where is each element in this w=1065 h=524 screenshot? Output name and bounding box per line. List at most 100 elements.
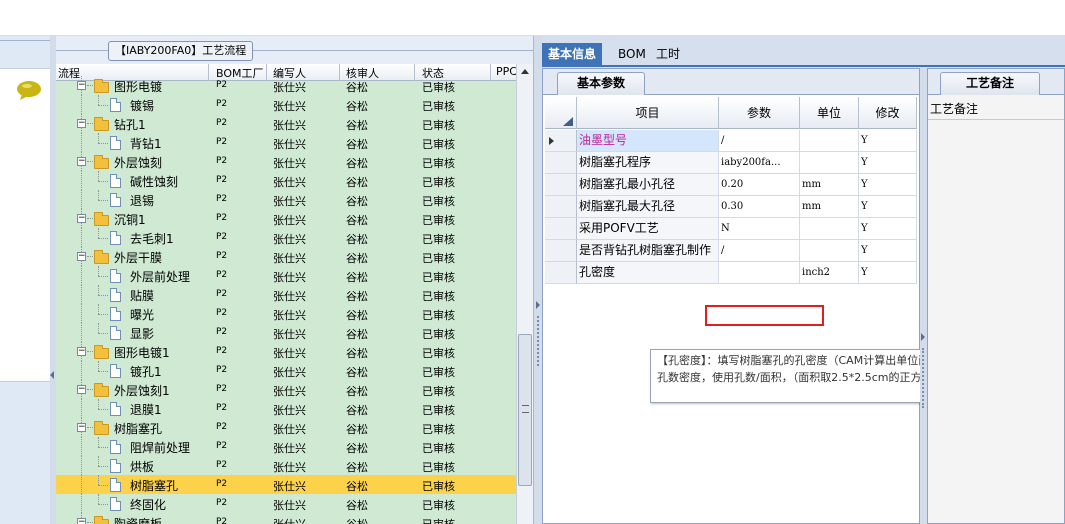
right-splitter[interactable] [920,68,927,524]
tree-row[interactable]: 退锡 P2 张仕兴 谷松 已审核 [56,190,516,209]
tree-cell-author: 张仕兴 [273,290,306,303]
param-modify-cell[interactable]: Y [859,196,917,218]
params-row[interactable]: 油墨型号 / Y [545,130,917,152]
tree-row[interactable]: − 外层干膜 P2 张仕兴 谷松 已审核 [56,247,516,266]
middle-splitter[interactable] [533,36,542,524]
tree-cell-reviewer: 谷松 [346,366,368,379]
collapse-toggle-icon[interactable]: − [77,518,86,524]
tree-row[interactable]: − 外层蚀刻 P2 张仕兴 谷松 已审核 [56,152,516,171]
param-value-cell[interactable]: / [719,130,800,152]
tree-row[interactable]: 退膜1 P2 张仕兴 谷松 已审核 [56,399,516,418]
row-header[interactable] [545,152,577,174]
param-unit-cell[interactable]: mm [800,174,859,196]
params-column-header[interactable]: 项目 [577,97,719,129]
param-value-cell[interactable]: N [719,218,800,240]
param-unit-cell[interactable] [800,218,859,240]
param-unit-cell[interactable] [800,152,859,174]
params-row[interactable]: 采用POFV工艺 N Y [545,218,917,240]
tree-row[interactable]: 镀孔1 P2 张仕兴 谷松 已审核 [56,361,516,380]
params-row[interactable]: 树脂塞孔最大孔径 0.30 mm Y [545,196,917,218]
collapse-toggle-icon[interactable]: − [77,423,86,432]
params-column-header[interactable]: 单位 [800,97,859,129]
params-row[interactable]: 树脂塞孔程序 iaby200fa... Y [545,152,917,174]
tab-process-notes[interactable]: 工艺备注 [940,72,1040,95]
tree-row[interactable]: 终固化 P2 张仕兴 谷松 已审核 [56,494,516,513]
tab-basic-info[interactable]: 基本信息 [542,43,603,65]
collapse-toggle-icon[interactable]: − [77,119,86,128]
tree-cell-factory: P2 [216,137,228,147]
params-column-header[interactable]: 修改 [859,97,917,129]
tree-cell-reviewer: 谷松 [346,214,368,227]
tree-row[interactable]: − 沉铜1 P2 张仕兴 谷松 已审核 [56,209,516,228]
param-modify-cell[interactable]: Y [859,218,917,240]
row-header[interactable] [545,218,577,240]
tab-basic-params[interactable]: 基本参数 [557,72,645,95]
tree-cell-reviewer: 谷松 [346,271,368,284]
tree-row[interactable]: 阻焊前处理 P2 张仕兴 谷松 已审核 [56,437,516,456]
collapse-toggle-icon[interactable]: − [77,214,86,223]
row-header[interactable] [545,196,577,218]
tree-row[interactable]: − 图形电镀 P2 张仕兴 谷松 已审核 [56,76,516,95]
tree-row[interactable]: 镀锡 P2 张仕兴 谷松 已审核 [56,95,516,114]
param-unit-cell[interactable]: inch2 [800,262,859,284]
param-unit-cell[interactable] [800,130,859,152]
tree-row[interactable]: 去毛刺1 P2 张仕兴 谷松 已审核 [56,228,516,247]
tree-cell-author: 张仕兴 [273,347,306,360]
scroll-up-arrow-icon[interactable] [521,69,529,74]
param-unit-cell[interactable]: mm [800,196,859,218]
param-value-cell[interactable]: iaby200fa... [719,152,800,174]
process-tree-scrollbar[interactable] [516,64,533,524]
param-modify-cell[interactable]: Y [859,174,917,196]
tree-cell-status: 已审核 [422,366,455,379]
tree-row[interactable]: 树脂塞孔 P2 张仕兴 谷松 已审核 [56,475,516,494]
row-header[interactable] [545,174,577,196]
row-header[interactable] [545,240,577,262]
select-all-icon[interactable] [563,117,573,126]
tree-row[interactable]: 外层前处理 P2 张仕兴 谷松 已审核 [56,266,516,285]
scroll-thumb[interactable] [518,334,532,486]
tree-row[interactable]: 曝光 P2 张仕兴 谷松 已审核 [56,304,516,323]
tree-row[interactable]: 背钻1 P2 张仕兴 谷松 已审核 [56,133,516,152]
detail-panel: 基本信息 BOM 工时 基本参数 项目 参数 单位 修改 油墨型号 / Y 树脂塞孔程序 iaby2… [542,36,1065,524]
tree-row[interactable]: 烘板 P2 张仕兴 谷松 已审核 [56,456,516,475]
param-value-cell[interactable]: 0.30 [719,196,800,218]
params-row[interactable]: 孔密度 inch2 Y [545,262,917,284]
tree-row[interactable]: 贴膜 P2 张仕兴 谷松 已审核 [56,285,516,304]
tree-cell-author: 张仕兴 [273,119,306,132]
param-value-cell[interactable] [719,262,800,284]
params-column-header[interactable]: 参数 [719,97,800,129]
folder-icon [94,250,109,264]
tab-labor-hours[interactable]: 工时 [650,43,686,65]
param-unit-cell[interactable] [800,240,859,262]
params-row[interactable]: 是否背钻孔树脂塞孔制作 / Y [545,240,917,262]
tree-row[interactable]: − 外层蚀刻1 P2 张仕兴 谷松 已审核 [56,380,516,399]
tree-row[interactable]: − 图形电镀1 P2 张仕兴 谷松 已审核 [56,342,516,361]
collapse-toggle-icon[interactable]: − [77,252,86,261]
tree-row[interactable]: 碱性蚀刻 P2 张仕兴 谷松 已审核 [56,171,516,190]
param-value-cell[interactable]: / [719,240,800,262]
tree-row[interactable]: 显影 P2 张仕兴 谷松 已审核 [56,323,516,342]
tree-row[interactable]: − 树脂塞孔 P2 张仕兴 谷松 已审核 [56,418,516,437]
param-modify-cell[interactable]: Y [859,262,917,284]
tree-cell-author: 张仕兴 [273,328,306,341]
param-modify-cell[interactable]: Y [859,152,917,174]
param-modify-cell[interactable]: Y [859,240,917,262]
param-item-cell: 油墨型号 [577,130,719,152]
tree-row[interactable]: − 陶瓷磨板 P2 张仕兴 谷松 已审核 [56,513,516,524]
tree-cell-author: 张仕兴 [273,309,306,322]
collapse-toggle-icon[interactable]: − [77,385,86,394]
collapse-toggle-icon[interactable]: − [77,347,86,356]
param-value-cell[interactable]: 0.20 [719,174,800,196]
row-header[interactable] [545,262,577,284]
chat-bubble-icon[interactable] [16,80,42,100]
tree-cell-status: 已审核 [422,252,455,265]
params-row[interactable]: 树脂塞孔最小孔径 0.20 mm Y [545,174,917,196]
collapse-toggle-icon[interactable]: − [77,81,86,90]
collapse-toggle-icon[interactable]: − [77,157,86,166]
row-header[interactable] [545,130,577,152]
tab-bom[interactable]: BOM [612,43,652,65]
tree-row[interactable]: − 钻孔1 P2 张仕兴 谷松 已审核 [56,114,516,133]
tree-item-label: 镀孔1 [130,365,162,379]
param-modify-cell[interactable]: Y [859,130,917,152]
tree-cell-author: 张仕兴 [273,195,306,208]
